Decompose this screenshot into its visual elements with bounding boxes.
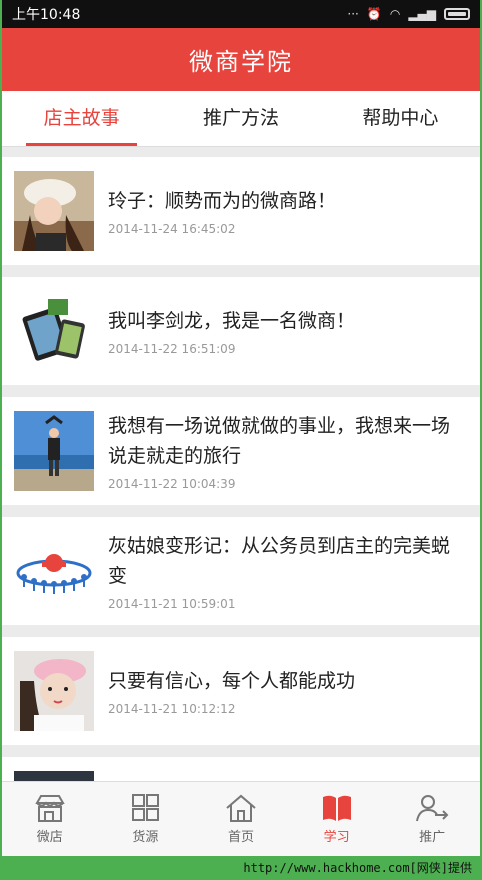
nav-label: 货源 xyxy=(132,830,159,845)
battery-icon xyxy=(444,8,470,20)
nav-item-promote[interactable]: 推广 xyxy=(384,782,480,856)
signal-icon: ▂▄▆ xyxy=(408,7,436,21)
nav-item-home[interactable]: 首页 xyxy=(193,782,289,856)
list-item[interactable]: 我想有一场说做就做的事业，我想来一场说走就走的旅行 2014-11-22 10:… xyxy=(2,397,480,505)
tab-help-center[interactable]: 帮助中心 xyxy=(321,91,480,146)
tab-promotion-methods[interactable]: 推广方法 xyxy=(161,91,320,146)
status-bar: 上午10:48 ··· ⏰ ◠ ▂▄▆ xyxy=(2,0,480,28)
nav-item-sources[interactable]: 货源 xyxy=(98,782,194,856)
user-share-icon xyxy=(416,795,449,822)
book-icon xyxy=(322,795,351,821)
dots-icon: ··· xyxy=(347,7,359,21)
nav-label: 首页 xyxy=(227,830,254,845)
tab-shop-stories[interactable]: 店主故事 xyxy=(2,91,161,146)
list-item[interactable]: 玲子：顺势而为的微商路！ 2014-11-24 16:45:02 xyxy=(2,157,480,265)
tab-bar: 店主故事 推广方法 帮助中心 xyxy=(2,91,480,147)
home-icon xyxy=(226,794,256,822)
article-date: 2014-11-21 10:59:01 xyxy=(108,597,236,611)
nav-label: 微店 xyxy=(36,830,63,845)
article-date: 2014-11-21 10:12:12 xyxy=(108,702,236,716)
grid-icon xyxy=(132,794,160,821)
article-date: 2014-11-22 10:04:39 xyxy=(108,477,236,491)
watermark: http://www.hackhome.com[网侠]提供 xyxy=(0,856,482,880)
alarm-off-icon: ⏰ xyxy=(366,7,382,21)
article-thumbnail xyxy=(14,531,94,611)
article-date: 2014-11-24 16:45:02 xyxy=(108,222,236,236)
article-thumbnail xyxy=(14,651,94,731)
article-list: 玲子：顺势而为的微商路！ 2014-11-24 16:45:02 我叫李剑龙，我… xyxy=(2,147,480,856)
status-time: 上午10:48 xyxy=(12,7,81,23)
article-title: 玲子：顺势而为的微商路！ xyxy=(108,190,337,212)
list-item[interactable]: 灰姑娘变形记：从公务员到店主的完美蜕变 2014-11-21 10:59:01 xyxy=(2,517,480,625)
article-date: 2014-11-22 16:51:09 xyxy=(108,342,236,356)
page-title: 微商学院 xyxy=(2,28,480,91)
list-item[interactable]: 只要有信心，每个人都能成功 2014-11-21 10:12:12 xyxy=(2,637,480,745)
app-frame: 上午10:48 ··· ⏰ ◠ ▂▄▆ 微商学院 店主故事 推广方法 帮助中心 xyxy=(2,0,480,856)
list-item[interactable]: 我叫李剑龙，我是一名微商！ 2014-11-22 16:51:09 xyxy=(2,277,480,385)
nav-label: 学习 xyxy=(323,830,350,845)
article-thumbnail xyxy=(14,171,94,251)
article-thumbnail xyxy=(14,291,94,371)
status-icons: ··· ⏰ ◠ ▂▄▆ xyxy=(347,7,470,21)
shop-icon xyxy=(35,795,65,822)
article-title: 我叫李剑龙，我是一名微商！ xyxy=(108,310,356,332)
article-title: 灰姑娘变形记：从公务员到店主的完美蜕变 xyxy=(108,535,451,587)
article-thumbnail xyxy=(14,411,94,491)
nav-label: 推广 xyxy=(419,830,446,845)
nav-item-shop[interactable]: 微店 xyxy=(2,782,98,856)
article-title: 只要有信心，每个人都能成功 xyxy=(108,670,356,692)
nav-item-learn[interactable]: 学习 xyxy=(289,782,385,856)
bottom-nav: 微店 货源 首页 学习 推广 xyxy=(2,781,480,856)
article-title: 我想有一场说做就做的事业，我想来一场说走就走的旅行 xyxy=(108,415,451,467)
wifi-icon: ◠ xyxy=(389,7,401,21)
